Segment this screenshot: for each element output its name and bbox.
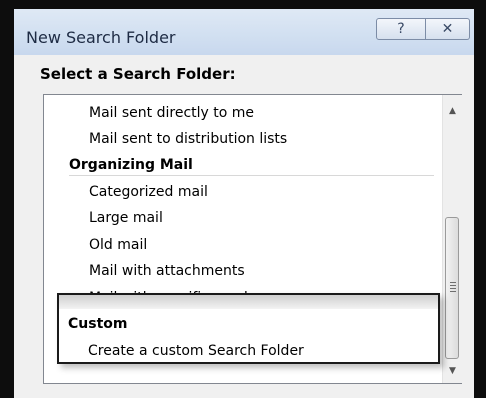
scroll-down-arrow-icon[interactable]: ▼ [443,361,462,381]
scroll-up-arrow-icon[interactable]: ▲ [443,101,462,121]
list-item[interactable]: Mail sent to distribution lists [89,126,287,152]
window-border-top [0,0,486,9]
list-group-header: Custom [68,316,128,332]
window-border-right [474,0,486,398]
list-item[interactable]: Mail with attachments [89,258,245,284]
close-icon: ✕ [441,21,454,37]
dialog-window: New Search Folder ? ✕ Select a Search Fo… [0,0,486,398]
group-separator [69,175,434,176]
scroll-thumb[interactable] [445,217,459,359]
section-heading: Select a Search Folder: [40,65,236,83]
list-item[interactable]: Categorized mail [89,179,208,205]
dialog-title: New Search Folder [26,28,176,47]
vertical-scrollbar[interactable]: ▲ ▼ [442,95,462,383]
title-bar: New Search Folder ? ✕ [14,9,474,55]
scroll-grip-icon [450,282,456,292]
list-item[interactable]: Large mail [89,205,163,231]
close-button[interactable]: ✕ [426,18,470,40]
list-item[interactable]: Create a custom Search Folder [88,338,304,364]
help-icon: ? [397,21,405,37]
help-button[interactable]: ? [376,18,426,40]
list-item[interactable]: Mail sent directly to me [89,100,254,126]
list-item[interactable]: Old mail [89,232,147,258]
window-border-left [0,0,14,398]
